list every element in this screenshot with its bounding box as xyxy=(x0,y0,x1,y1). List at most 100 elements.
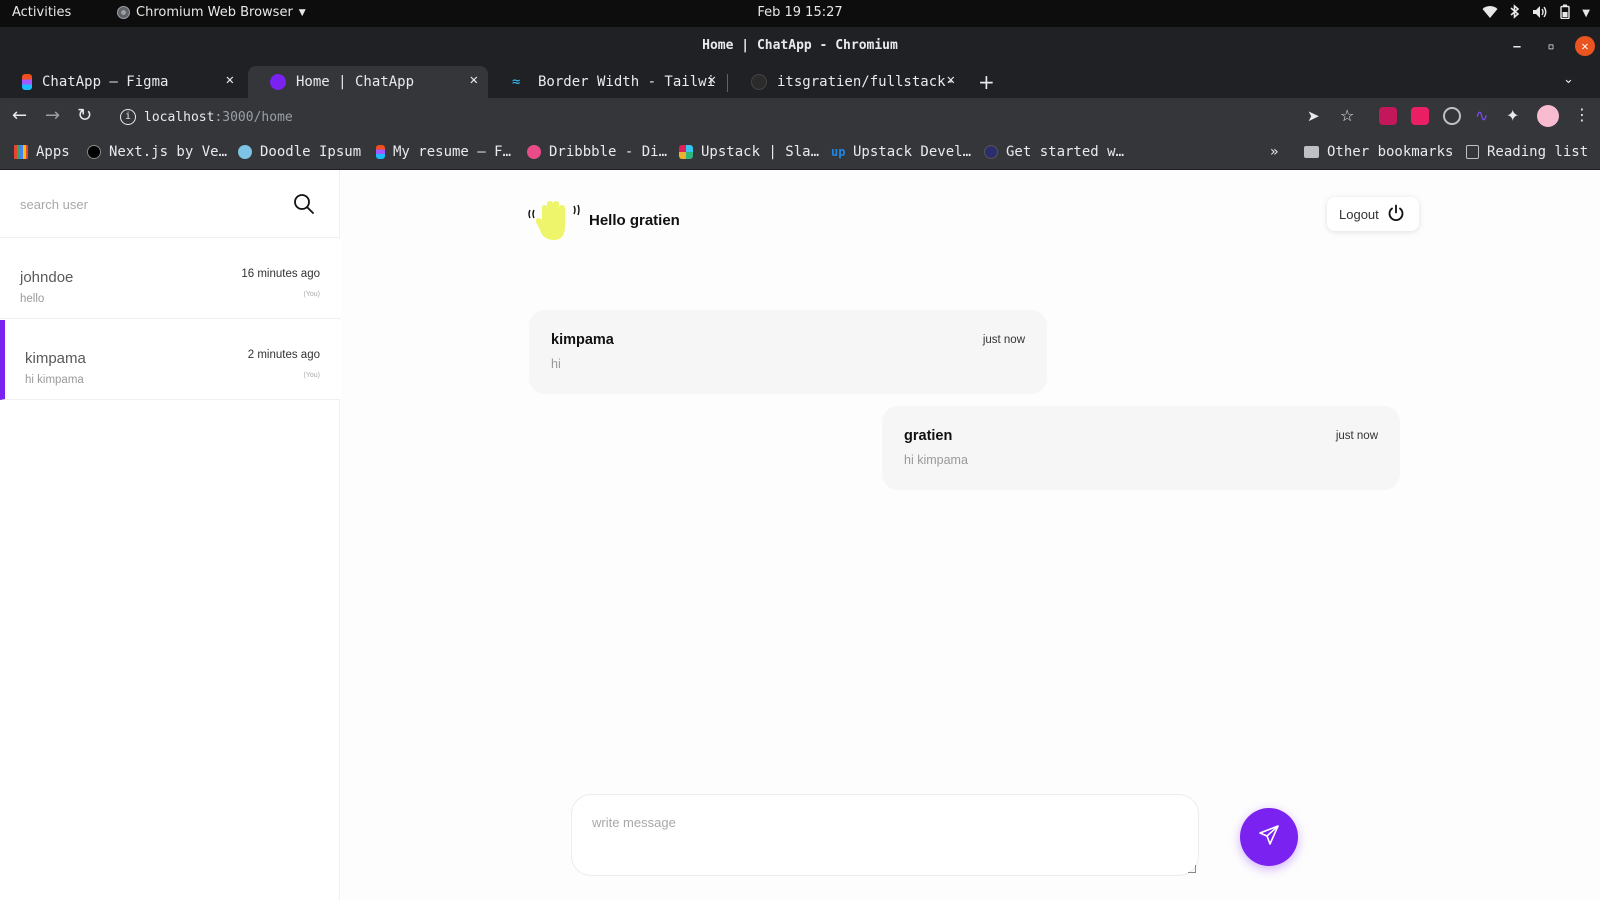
contact-item-kimpama[interactable]: kimpama hi kimpama 2 minutes ago (You) xyxy=(0,320,340,400)
user-search xyxy=(0,170,340,238)
close-tab-icon[interactable]: ✕ xyxy=(947,72,955,88)
minimize-icon[interactable]: – xyxy=(1507,36,1527,56)
extension-3-icon[interactable] xyxy=(1443,107,1461,125)
bookmarks-bar: Apps Next.js by Ve… Doodle Ipsum My resu… xyxy=(0,136,1600,170)
system-menu-chevron-icon[interactable]: ▼ xyxy=(1582,8,1590,19)
battery-icon[interactable] xyxy=(1560,4,1570,23)
new-tab-button[interactable]: + xyxy=(978,70,995,94)
tab-label: ChatApp – Figma xyxy=(42,74,169,90)
message-bubble-outgoing: gratien just now hi kimpama xyxy=(882,406,1400,490)
greeting: Hello gratien xyxy=(526,198,680,242)
site-info-icon[interactable]: i xyxy=(120,109,136,125)
message-timestamp: just now xyxy=(1335,430,1378,442)
message-timestamp: just now xyxy=(982,334,1025,346)
contact-name: johndoe xyxy=(20,269,74,286)
send-tab-icon[interactable]: ➤ xyxy=(1307,107,1320,125)
bookmark-nextjs[interactable]: Next.js by Ve… xyxy=(87,144,227,160)
volume-icon[interactable] xyxy=(1532,5,1548,23)
maximize-icon[interactable]: ▫ xyxy=(1541,36,1561,56)
message-bubble-incoming: kimpama just now hi xyxy=(529,310,1047,394)
message-author: kimpama xyxy=(551,332,614,348)
extension-2-icon[interactable] xyxy=(1411,107,1429,125)
bookmark-resume[interactable]: My resume – F… xyxy=(376,144,511,160)
send-button[interactable] xyxy=(1240,808,1298,866)
tab-chatapp-home[interactable]: Home | ChatApp ✕ xyxy=(248,66,488,98)
contact-last-message: hi kimpama xyxy=(25,374,84,386)
resize-handle[interactable] xyxy=(1188,865,1196,873)
bookmark-label: Apps xyxy=(36,144,70,160)
extension-1-icon[interactable] xyxy=(1379,107,1397,125)
close-tab-icon[interactable]: ✕ xyxy=(226,72,234,88)
slack-icon xyxy=(679,145,693,159)
message-input[interactable] xyxy=(592,815,1182,865)
message-text: hi kimpama xyxy=(904,453,968,467)
logout-label: Logout xyxy=(1339,206,1379,222)
contact-timestamp: 16 minutes ago xyxy=(241,268,320,280)
system-clock[interactable]: Feb 19 15:27 xyxy=(0,5,1600,20)
bookmark-label: Upstack Devel… xyxy=(853,144,972,160)
bookmark-doodle-ipsum[interactable]: Doodle Ipsum xyxy=(238,144,361,160)
bookmark-apps[interactable]: Apps xyxy=(14,144,70,160)
url-path: :3000/home xyxy=(214,109,293,125)
bookmark-dribbble[interactable]: Dribbble - Di… xyxy=(527,144,667,160)
dribbble-icon xyxy=(527,145,541,159)
tailwind-icon: ≈ xyxy=(512,74,521,90)
tab-label: Border Width - Tailwi xyxy=(538,74,716,90)
tab-figma[interactable]: ChatApp – Figma ✕ xyxy=(0,66,244,98)
bookmark-get-started[interactable]: Get started w… xyxy=(984,144,1124,160)
chatapp-favicon-icon xyxy=(270,74,286,90)
bookmarks-overflow-icon[interactable]: » xyxy=(1270,144,1278,160)
browser-toolbar: ← → ↻ i localhost :3000/home ➤ ☆ ∿ ✦ ⋮ xyxy=(0,98,1600,136)
power-icon xyxy=(1387,204,1405,225)
bookmark-label: Doodle Ipsum xyxy=(260,144,362,160)
figma-icon xyxy=(376,145,385,159)
reload-icon[interactable]: ↻ xyxy=(77,105,92,126)
contacts-sidebar: johndoe hello 16 minutes ago (You) kimpa… xyxy=(0,170,340,900)
reading-list-label: Reading list xyxy=(1487,144,1589,160)
browser-menu-icon[interactable]: ⋮ xyxy=(1574,105,1590,124)
tab-search-chevron-icon[interactable]: ⌄ xyxy=(1563,72,1574,87)
close-window-icon[interactable]: ✕ xyxy=(1575,36,1595,56)
bookmark-upstack-developers[interactable]: up Upstack Devel… xyxy=(831,144,971,160)
nextjs-icon xyxy=(87,145,101,159)
tab-strip: ChatApp – Figma ✕ Home | ChatApp ✕ ≈ Bor… xyxy=(0,64,1600,98)
bookmark-label: Dribbble - Di… xyxy=(549,144,668,160)
close-tab-icon[interactable]: ✕ xyxy=(470,72,478,88)
back-icon[interactable]: ← xyxy=(12,105,27,126)
bookmark-star-icon[interactable]: ☆ xyxy=(1340,106,1354,125)
page-viewport: johndoe hello 16 minutes ago (You) kimpa… xyxy=(0,170,1600,900)
window-titlebar: Home | ChatApp - Chromium – ▫ ✕ xyxy=(0,27,1600,64)
url-host: localhost xyxy=(144,109,215,125)
folder-icon xyxy=(1304,146,1319,158)
other-bookmarks[interactable]: Other bookmarks xyxy=(1304,144,1453,160)
tab-github[interactable]: itsgratien/fullstack-c ✕ xyxy=(729,66,965,98)
contact-you-tag: (You) xyxy=(303,372,320,379)
extension-4-icon[interactable]: ∿ xyxy=(1475,107,1493,125)
figma-icon xyxy=(22,74,32,90)
logout-button[interactable]: Logout xyxy=(1327,197,1419,231)
bookmark-upstack-slack[interactable]: Upstack | Sla… xyxy=(679,144,819,160)
contact-item-johndoe[interactable]: johndoe hello 16 minutes ago (You) xyxy=(0,239,340,319)
chat-panel: Hello gratien Logout kimpama just now hi… xyxy=(341,170,1600,900)
extensions-puzzle-icon[interactable]: ✦ xyxy=(1506,107,1524,125)
upstack-icon: up xyxy=(831,145,846,159)
greeting-text: Hello gratien xyxy=(589,211,680,229)
system-tray[interactable]: ▼ xyxy=(1482,4,1590,23)
profile-avatar[interactable] xyxy=(1537,105,1559,127)
message-text: hi xyxy=(551,357,561,371)
tab-label: itsgratien/fullstack-c xyxy=(777,74,953,90)
contact-timestamp: 2 minutes ago xyxy=(247,349,320,361)
message-author: gratien xyxy=(904,428,953,444)
window-title: Home | ChatApp - Chromium xyxy=(702,38,898,53)
contact-you-tag: (You) xyxy=(303,291,320,298)
tab-tailwind[interactable]: ≈ Border Width - Tailwi ✕ xyxy=(490,66,726,98)
search-input[interactable] xyxy=(20,192,260,216)
apps-grid-icon xyxy=(14,145,28,159)
github-icon xyxy=(751,74,767,90)
search-icon[interactable] xyxy=(293,193,315,220)
reading-list[interactable]: Reading list xyxy=(1466,144,1588,160)
forward-icon[interactable]: → xyxy=(45,105,60,126)
bluetooth-icon[interactable] xyxy=(1510,4,1520,23)
close-tab-icon[interactable]: ✕ xyxy=(708,72,716,88)
wifi-icon[interactable] xyxy=(1482,5,1498,23)
